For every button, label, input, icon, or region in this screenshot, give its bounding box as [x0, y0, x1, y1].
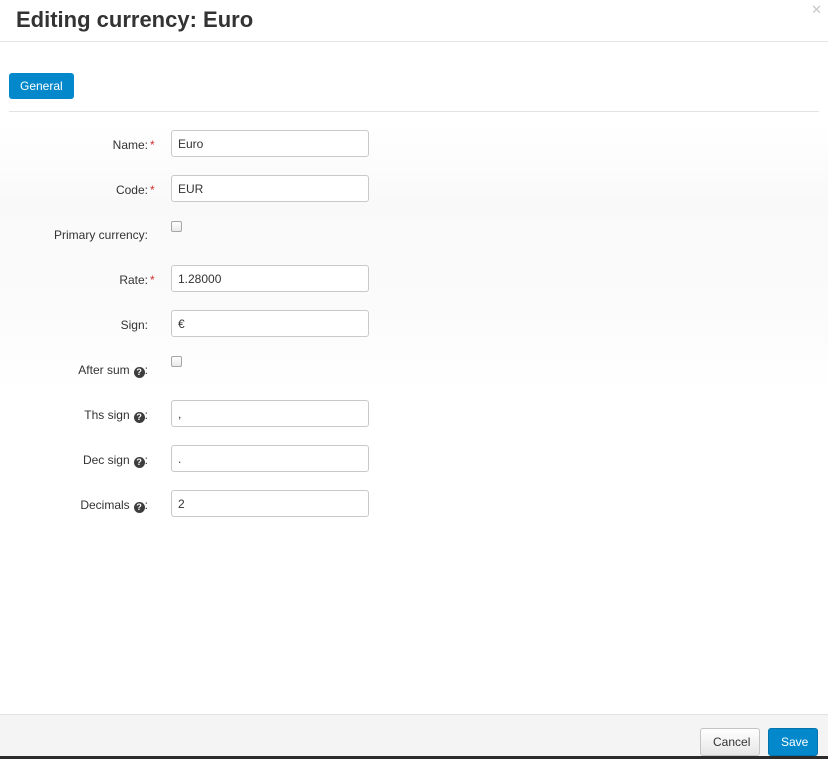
form-row-primary-currency: Primary currency:	[0, 220, 828, 265]
sign-field[interactable]	[171, 310, 369, 337]
code-label: Code: *	[115, 183, 155, 197]
edit-currency-dialog: Editing currency: Euro ✕ General Name: * …	[0, 0, 828, 759]
name-label: Name: *	[112, 138, 155, 152]
tab-general[interactable]: General	[9, 73, 74, 99]
tab-divider	[9, 111, 819, 112]
decimals-field[interactable]	[171, 490, 369, 517]
form-row-rate: Rate: *	[0, 265, 828, 310]
dec-sign-label: Dec sign?:	[82, 453, 148, 468]
question-circle-icon[interactable]: ?	[133, 502, 145, 513]
tab-bar: General	[9, 73, 74, 99]
rate-field[interactable]	[171, 265, 369, 292]
form-row-decimals: Decimals?:	[0, 490, 828, 535]
required-mark: *	[150, 273, 155, 287]
sign-label: Sign:	[120, 318, 148, 332]
after-sum-label: After sum?:	[78, 363, 148, 378]
dec-sign-field[interactable]	[171, 445, 369, 472]
primary-currency-label: Primary currency:	[53, 228, 148, 242]
question-circle-icon[interactable]: ?	[133, 457, 145, 468]
after-sum-checkbox[interactable]	[171, 356, 182, 367]
name-field[interactable]	[171, 130, 369, 157]
ths-sign-field[interactable]	[171, 400, 369, 427]
close-icon[interactable]: ✕	[811, 3, 822, 16]
cancel-button[interactable]: Cancel	[700, 728, 760, 756]
form-row-ths-sign: Ths sign?:	[0, 400, 828, 445]
ths-sign-label: Ths sign?:	[84, 408, 148, 423]
currency-form: Name:* Code:* Primary currency: Rate:* S…	[0, 130, 828, 535]
dialog-title: Editing currency: Euro	[16, 7, 254, 32]
rate-label: Rate: *	[119, 273, 155, 287]
dialog-footer: Cancel Save	[0, 714, 828, 759]
decimals-label: Decimals?:	[80, 498, 148, 513]
question-circle-icon[interactable]: ?	[133, 412, 145, 423]
dialog-header: Editing currency: Euro ✕	[0, 0, 828, 42]
form-row-sign: Sign:	[0, 310, 828, 355]
form-row-dec-sign: Dec sign?:	[0, 445, 828, 490]
required-mark: *	[150, 183, 155, 197]
required-mark: *	[150, 138, 155, 152]
primary-currency-checkbox[interactable]	[171, 221, 182, 232]
form-row-code: Code: *	[0, 175, 828, 220]
form-row-name: Name: *	[0, 130, 828, 175]
form-row-after-sum: After sum?:	[0, 355, 828, 400]
question-circle-icon[interactable]: ?	[133, 367, 145, 378]
code-field[interactable]	[171, 175, 369, 202]
save-button[interactable]: Save	[768, 728, 818, 756]
